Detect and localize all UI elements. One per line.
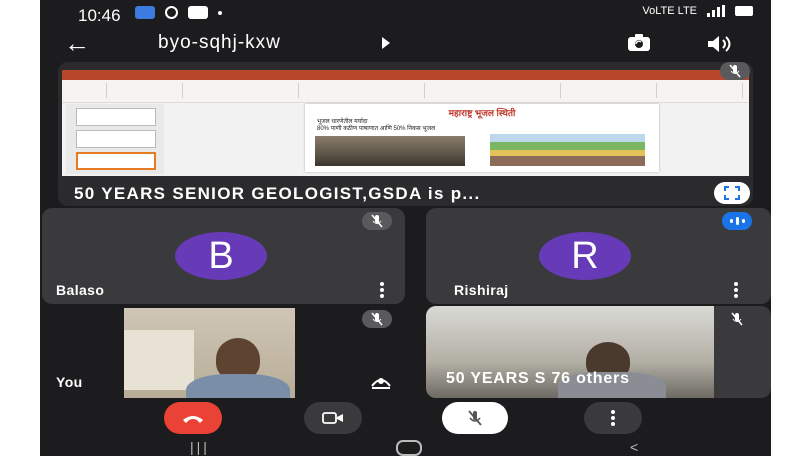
slide-bullet: 80% पाणी कठीण पाषाणात आणि 50% निकस भूजल bbox=[317, 126, 436, 132]
more-vert-icon[interactable] bbox=[380, 282, 384, 298]
diagram-band bbox=[490, 156, 645, 166]
diagram-band bbox=[490, 134, 645, 142]
home-button[interactable] bbox=[396, 440, 422, 456]
ribbon-group bbox=[188, 83, 299, 98]
speaking-indicator bbox=[722, 212, 752, 230]
notification-icons bbox=[135, 6, 222, 19]
ribbon-group bbox=[66, 83, 107, 98]
camera-icon bbox=[322, 412, 343, 424]
avatar: B bbox=[175, 232, 267, 280]
participant-name: Rishiraj bbox=[454, 282, 509, 298]
ribbon-group bbox=[566, 83, 657, 98]
meeting-info-caret-icon[interactable] bbox=[382, 37, 390, 49]
back-arrow-icon[interactable]: ← bbox=[64, 30, 90, 56]
end-call-icon bbox=[183, 416, 203, 423]
slide-bullets: भूजल धारणेतील मर्यादा 80% पाणी कठीण पाषा… bbox=[317, 119, 647, 133]
slide-thumbnail bbox=[76, 130, 156, 148]
ribbon-group bbox=[662, 83, 743, 98]
shared-screen: महाराष्ट्र भूजल स्थिती भूजल धारणेतील मर्… bbox=[62, 70, 749, 176]
others-label: 50 YEARS S 76 others bbox=[446, 370, 630, 387]
status-time: 10:46 bbox=[78, 6, 121, 25]
slide-thumbnails bbox=[66, 104, 164, 174]
switch-camera-icon[interactable] bbox=[627, 34, 651, 52]
speaker-icon[interactable] bbox=[706, 34, 732, 54]
participant-tile-balaso[interactable]: B Balaso bbox=[42, 208, 405, 304]
ribbon-group bbox=[112, 83, 183, 98]
status-bar: 10:46 VoLTE LTE bbox=[40, 0, 771, 28]
self-view-tile[interactable]: You bbox=[42, 306, 405, 398]
more-notifications-icon bbox=[218, 10, 222, 15]
meet-app-screen: 10:46 VoLTE LTE ← byo-sqhj-kxw महाराष्ट्… bbox=[40, 0, 771, 456]
others-tile[interactable]: 50 YEARS S 76 others bbox=[426, 306, 771, 398]
mic-off-badge bbox=[722, 310, 752, 328]
meeting-top-bar: ← byo-sqhj-kxw bbox=[40, 28, 771, 60]
presenter-banner: 50 YEARS SENIOR GEOLOGIST,GSDA is p... bbox=[58, 180, 753, 206]
mic-off-icon bbox=[731, 312, 743, 326]
avatar: R bbox=[539, 232, 631, 280]
presentation-mic-off-badge bbox=[720, 62, 750, 80]
mic-off-icon bbox=[468, 410, 482, 426]
presentation-tile[interactable]: महाराष्ट्र भूजल स्थिती भूजल धारणेतील मर्… bbox=[58, 62, 753, 206]
end-call-button[interactable] bbox=[164, 402, 222, 434]
slide-title: महाराष्ट्र भूजल स्थिती bbox=[448, 108, 516, 118]
current-slide: महाराष्ट्र भूजल स्थिती भूजल धारणेतील मर्… bbox=[305, 104, 659, 172]
powerpoint-title-bar bbox=[62, 70, 749, 80]
call-controls bbox=[40, 398, 771, 438]
sync-notification-icon bbox=[165, 6, 178, 19]
participant-name: Balaso bbox=[56, 282, 105, 298]
mic-off-icon bbox=[371, 214, 383, 228]
more-options-button[interactable] bbox=[584, 402, 642, 434]
signal-icon bbox=[707, 5, 725, 17]
mic-off-badge bbox=[362, 310, 392, 328]
video-notification-icon bbox=[135, 6, 155, 19]
mic-off-icon bbox=[729, 64, 741, 78]
slide-cross-section-diagram bbox=[490, 134, 645, 166]
message-notification-icon bbox=[188, 6, 208, 19]
camera-button[interactable] bbox=[304, 402, 362, 434]
mic-off-icon bbox=[371, 312, 383, 326]
fullscreen-button[interactable] bbox=[714, 182, 750, 204]
network-label: VoLTE LTE bbox=[642, 5, 697, 17]
self-label: You bbox=[56, 374, 83, 390]
fullscreen-icon bbox=[724, 186, 740, 200]
slide-thumbnail-selected bbox=[76, 152, 156, 170]
background-banner bbox=[124, 330, 194, 390]
recents-button[interactable]: ||| bbox=[190, 439, 210, 455]
status-right-icons: VoLTE LTE bbox=[642, 5, 753, 17]
ribbon-group bbox=[304, 83, 425, 98]
slide-rock-photo bbox=[315, 136, 465, 166]
android-nav-bar: ||| < bbox=[40, 438, 771, 456]
microphone-button[interactable] bbox=[442, 402, 508, 434]
nav-back-button[interactable]: < bbox=[630, 439, 638, 455]
mic-off-badge bbox=[362, 212, 392, 230]
more-vert-icon[interactable] bbox=[734, 282, 738, 298]
self-camera-feed bbox=[124, 308, 295, 398]
meeting-code[interactable]: byo-sqhj-kxw bbox=[158, 32, 281, 54]
slide-thumbnail bbox=[76, 108, 156, 126]
more-options-icon bbox=[611, 410, 615, 426]
participant-tile-rishiraj[interactable]: R Rishiraj bbox=[426, 208, 771, 304]
battery-icon bbox=[735, 6, 753, 16]
powerpoint-ribbon bbox=[62, 80, 749, 103]
background-effects-icon[interactable] bbox=[370, 372, 392, 390]
presenter-text: 50 YEARS SENIOR GEOLOGIST,GSDA is p... bbox=[74, 184, 481, 203]
person-body bbox=[186, 374, 290, 398]
slide-bullet: भूजल धारणेतील मर्यादा bbox=[317, 119, 368, 125]
diagram-band bbox=[490, 142, 645, 150]
ribbon-group bbox=[430, 83, 561, 98]
